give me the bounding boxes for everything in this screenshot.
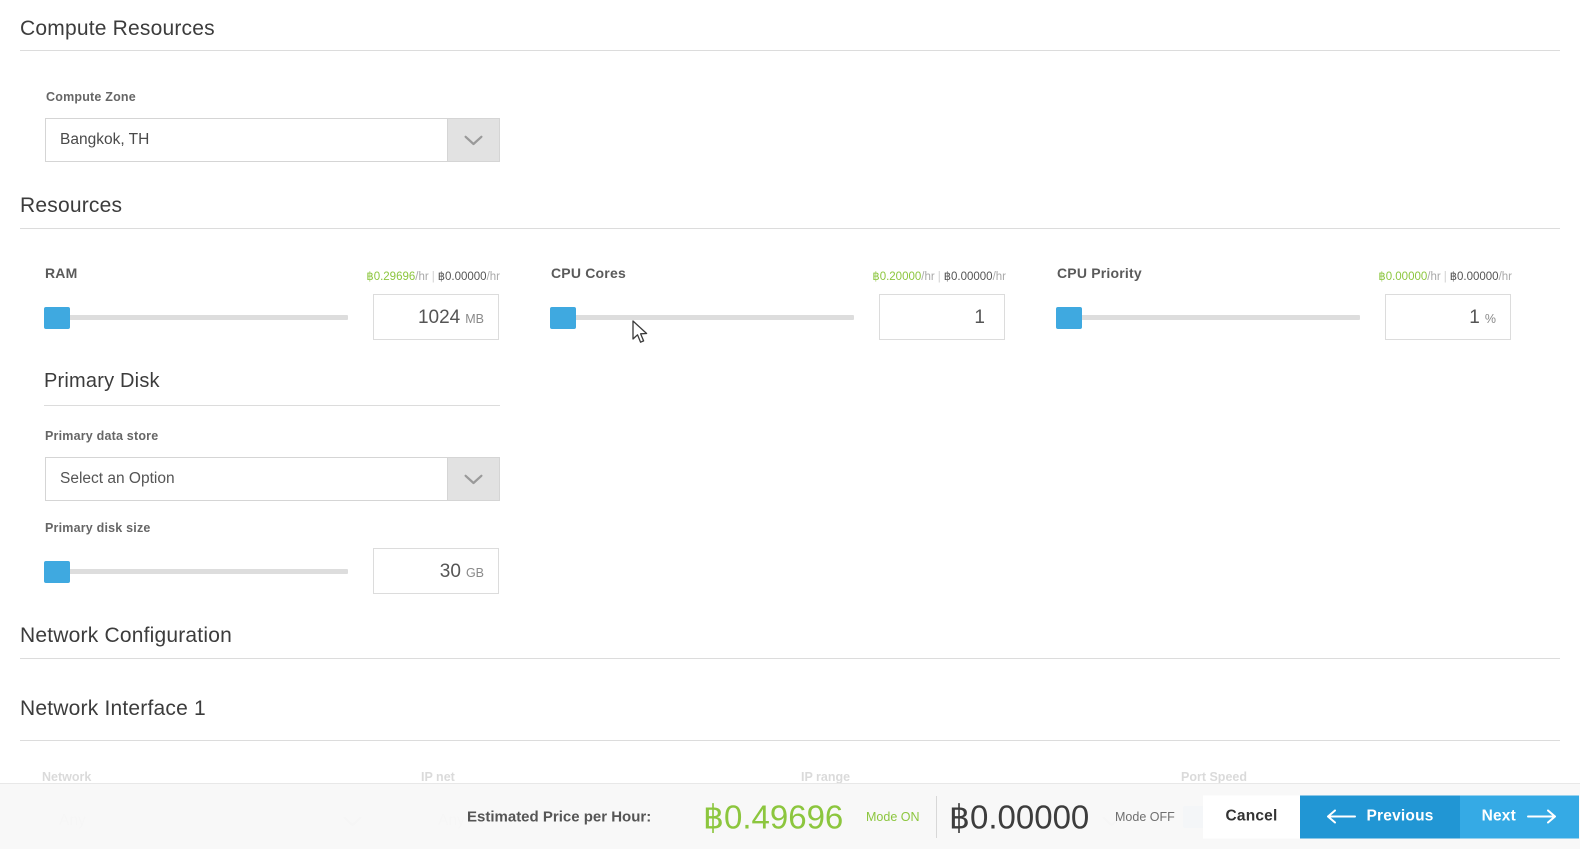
primary-disk-size-value: 30	[439, 561, 461, 582]
cpu-priority-value: 1	[1469, 307, 1480, 328]
network-field-label: Network	[42, 770, 92, 784]
cpu-priority-slider-handle[interactable]	[1056, 307, 1082, 329]
cpu-priority-price-dark-unit: /hr	[1498, 271, 1512, 283]
cpu-cores-price-dark-unit: /hr	[992, 271, 1006, 283]
estimated-price-off-value: ฿0.00000	[949, 798, 1090, 835]
chevron-down-icon[interactable]	[447, 119, 499, 161]
cpu-cores-slider-handle[interactable]	[550, 307, 576, 329]
ip-net-field-label: IP net	[421, 770, 455, 784]
ram-unit: MB	[465, 312, 484, 326]
section-divider-network-interface-1	[20, 740, 1560, 741]
cpu-priority-unit: %	[1484, 312, 1496, 326]
section-divider-compute-resources	[20, 50, 1560, 51]
cpu-cores-title: CPU Cores	[551, 265, 626, 281]
cpu-priority-price-dark: ฿0.00000	[1449, 271, 1499, 283]
estimated-price-label: Estimated Price per Hour:	[467, 808, 652, 825]
ram-price-dark: ฿0.00000	[437, 271, 487, 283]
arrow-left-icon	[1326, 809, 1356, 824]
primary-disk-size-label: Primary disk size	[45, 521, 151, 535]
compute-zone-label: Compute Zone	[46, 90, 136, 104]
section-divider-network-configuration	[20, 658, 1560, 659]
ram-slider-track[interactable]	[44, 315, 348, 320]
cpu-cores-slider-track[interactable]	[550, 315, 854, 320]
ram-price-dark-unit: /hr	[486, 271, 500, 283]
section-heading-primary-disk: Primary Disk	[44, 370, 160, 392]
cpu-priority-price-green-unit: /hr	[1427, 271, 1441, 283]
primary-data-store-label: Primary data store	[45, 429, 159, 443]
section-heading-resources: Resources	[20, 194, 123, 217]
chevron-down-icon[interactable]	[447, 458, 499, 500]
ram-value: 1024	[417, 307, 461, 328]
next-button[interactable]: Next	[1459, 795, 1579, 838]
cpu-priority-slider-track[interactable]	[1056, 315, 1360, 320]
arrow-right-icon	[1527, 809, 1557, 824]
port-speed-field-label: Port Speed	[1181, 770, 1247, 784]
compute-zone-select[interactable]: Bangkok, TH	[45, 118, 500, 162]
ram-price-green: ฿0.29696	[366, 271, 416, 283]
mode-on-label: Mode ON	[866, 809, 920, 824]
ram-price-green-unit: /hr	[415, 271, 429, 283]
compute-zone-value: Bangkok, TH	[60, 131, 150, 148]
ram-slider[interactable]	[44, 305, 348, 329]
section-divider-primary-disk	[44, 405, 500, 406]
cpu-priority-price: ฿0.00000/hr | ฿0.00000/hr	[1378, 271, 1512, 283]
previous-button[interactable]: Previous	[1299, 795, 1460, 838]
cpu-priority-price-green: ฿0.00000	[1378, 271, 1428, 283]
cpu-cores-slider[interactable]	[550, 305, 854, 329]
section-heading-network-configuration: Network Configuration	[20, 624, 232, 647]
cpu-priority-slider[interactable]	[1056, 305, 1360, 329]
primary-disk-size-slider-handle[interactable]	[44, 561, 70, 583]
cancel-button-label: Cancel	[1225, 807, 1278, 825]
mode-off-label: Mode OFF	[1115, 809, 1175, 824]
ip-range-field-label: IP range	[801, 770, 851, 784]
cpu-cores-price: ฿0.20000/hr | ฿0.00000/hr	[872, 271, 1006, 283]
section-divider-resources	[20, 228, 1560, 229]
cpu-cores-price-green-unit: /hr	[921, 271, 935, 283]
primary-disk-size-slider[interactable]	[44, 559, 348, 583]
next-button-label: Next	[1481, 807, 1516, 825]
section-heading-compute-resources: Compute Resources	[20, 17, 215, 40]
primary-data-store-value: Select an Option	[60, 470, 175, 487]
ram-title: RAM	[45, 265, 78, 281]
primary-disk-size-input[interactable]: 30 GB	[373, 548, 499, 594]
estimated-price-footer: Estimated Price per Hour: ฿0.49696 Mode …	[0, 783, 1580, 849]
vm-configuration-page: Compute Resources Compute Zone Bangkok, …	[0, 0, 1580, 849]
footer-divider	[936, 795, 937, 838]
primary-disk-size-unit: GB	[465, 566, 484, 580]
cpu-priority-title: CPU Priority	[1057, 265, 1142, 281]
estimated-price-on-value: ฿0.49696	[703, 798, 844, 835]
cpu-cores-price-dark: ฿0.00000	[943, 271, 993, 283]
previous-button-label: Previous	[1366, 807, 1434, 825]
primary-data-store-select[interactable]: Select an Option	[45, 457, 500, 501]
cpu-cores-value: 1	[974, 307, 985, 328]
primary-disk-size-slider-track[interactable]	[44, 569, 348, 574]
cpu-cores-price-green: ฿0.20000	[872, 271, 922, 283]
cpu-cores-value-input[interactable]: 1	[879, 294, 1005, 340]
cpu-priority-value-input[interactable]: 1 %	[1385, 294, 1511, 340]
section-heading-network-interface-1: Network Interface 1	[20, 697, 206, 720]
cancel-button[interactable]: Cancel	[1203, 795, 1300, 838]
wizard-button-group: Cancel Previous Next	[1203, 795, 1579, 838]
ram-price: ฿0.29696/hr | ฿0.00000/hr	[366, 271, 500, 283]
ram-value-input[interactable]: 1024 MB	[373, 294, 499, 340]
ram-slider-handle[interactable]	[44, 307, 70, 329]
